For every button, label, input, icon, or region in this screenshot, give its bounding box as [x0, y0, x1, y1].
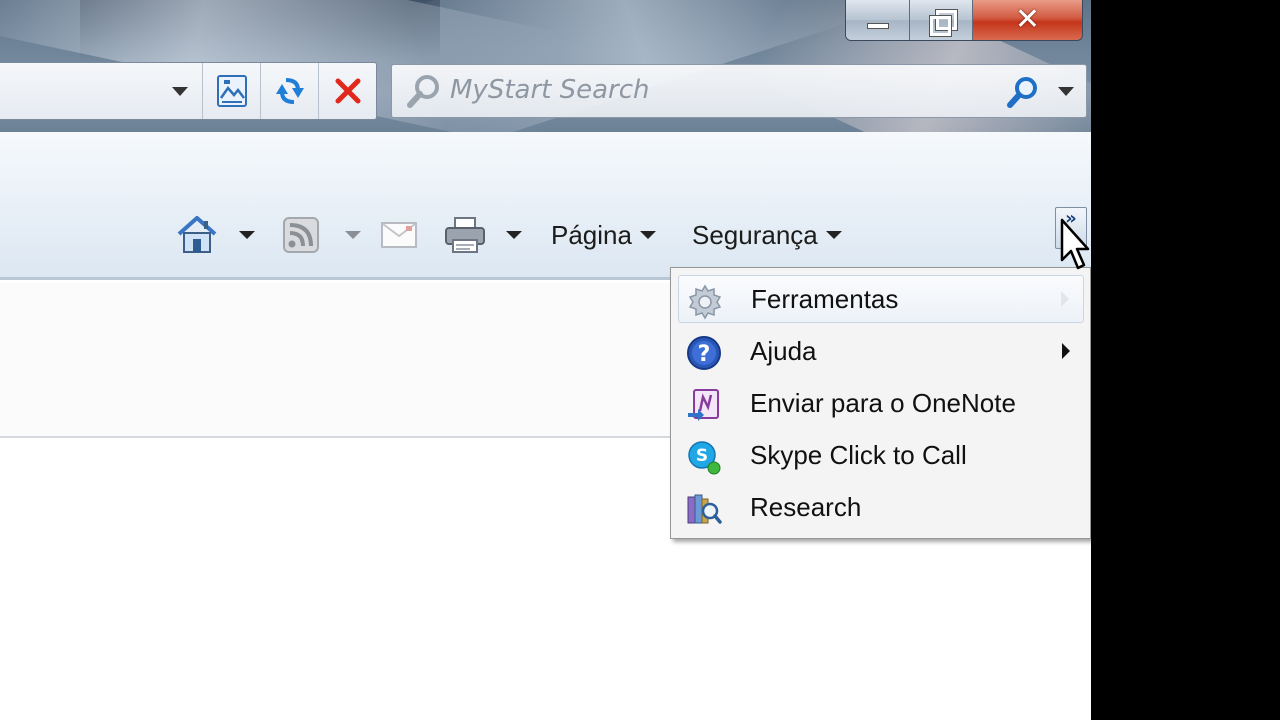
compatibility-view-icon — [216, 75, 247, 107]
minimize-icon — [866, 23, 889, 29]
mail-icon — [381, 222, 417, 248]
minimize-button[interactable] — [846, 0, 910, 40]
printer-icon — [445, 217, 485, 253]
browser-window: ✕ MyStart Search Página Segurança » Ferr… — [0, 0, 1091, 720]
restore-button[interactable] — [910, 0, 973, 40]
address-dropdown-icon[interactable] — [172, 87, 188, 96]
svg-text:?: ? — [698, 342, 711, 367]
menu-item-research[interactable]: Research — [678, 483, 1084, 531]
stop-icon — [335, 78, 360, 104]
security-menu-label: Segurança — [692, 219, 818, 250]
search-go-icon[interactable] — [1006, 75, 1040, 109]
overflow-dropdown-menu: Ferramentas ? Ajuda Enviar para o OneNot… — [670, 267, 1091, 539]
svg-text:S: S — [696, 446, 708, 466]
refresh-icon — [275, 78, 304, 104]
home-icon — [177, 216, 217, 253]
feeds-button[interactable] — [283, 212, 319, 258]
page-dropdown-icon — [639, 231, 656, 239]
submenu-arrow-icon — [1062, 343, 1070, 359]
menu-item-label: Ferramentas — [751, 283, 899, 314]
onenote-icon — [688, 389, 719, 421]
compatibility-view-button[interactable] — [202, 63, 260, 119]
search-icon — [407, 75, 439, 108]
search-box[interactable]: MyStart Search — [391, 64, 1087, 118]
home-button[interactable] — [176, 212, 218, 258]
page-menu-button[interactable]: Página — [551, 212, 656, 258]
search-options-dropdown-icon[interactable] — [1058, 87, 1074, 96]
menu-item-label: Skype Click to Call — [750, 439, 967, 470]
submenu-arrow-icon — [1061, 291, 1069, 307]
print-button[interactable] — [444, 212, 486, 258]
close-button[interactable]: ✕ — [973, 0, 1082, 40]
home-dropdown[interactable] — [239, 212, 255, 258]
menu-item-label: Ajuda — [750, 335, 817, 366]
command-bar: Página Segurança » — [0, 132, 1091, 280]
stop-button[interactable] — [318, 63, 376, 119]
window-frame: ✕ MyStart Search — [0, 0, 1091, 132]
screen-letterbox — [1091, 0, 1280, 720]
skype-icon: S — [688, 441, 721, 475]
gear-icon — [688, 284, 722, 320]
feeds-dropdown[interactable] — [345, 212, 361, 258]
menu-item-ajuda[interactable]: ? Ajuda — [678, 327, 1084, 375]
restore-icon — [929, 9, 958, 37]
research-icon — [687, 494, 722, 524]
caption-buttons: ✕ — [845, 0, 1083, 41]
print-dropdown-icon — [506, 231, 522, 239]
menu-item-ferramentas[interactable]: Ferramentas — [678, 275, 1084, 323]
feeds-dropdown-icon — [345, 231, 361, 239]
address-input[interactable] — [0, 63, 202, 119]
search-placeholder[interactable]: MyStart Search — [450, 75, 650, 105]
rss-feed-icon — [283, 217, 319, 253]
menu-item-skype[interactable]: S Skype Click to Call — [678, 431, 1084, 479]
address-bar — [0, 62, 377, 120]
security-menu-button[interactable]: Segurança — [692, 212, 842, 258]
refresh-button[interactable] — [260, 63, 318, 119]
close-icon: ✕ — [1014, 2, 1041, 37]
security-dropdown-icon — [825, 231, 842, 239]
menu-item-onenote[interactable]: Enviar para o OneNote — [678, 379, 1084, 427]
help-icon: ? — [687, 336, 721, 370]
mouse-pointer-icon — [1060, 218, 1090, 270]
menu-item-label: Research — [750, 491, 862, 522]
home-dropdown-icon — [239, 231, 255, 239]
read-mail-button[interactable] — [381, 212, 417, 258]
page-menu-label: Página — [551, 219, 632, 250]
menu-item-label: Enviar para o OneNote — [750, 387, 1016, 418]
print-dropdown[interactable] — [506, 212, 522, 258]
